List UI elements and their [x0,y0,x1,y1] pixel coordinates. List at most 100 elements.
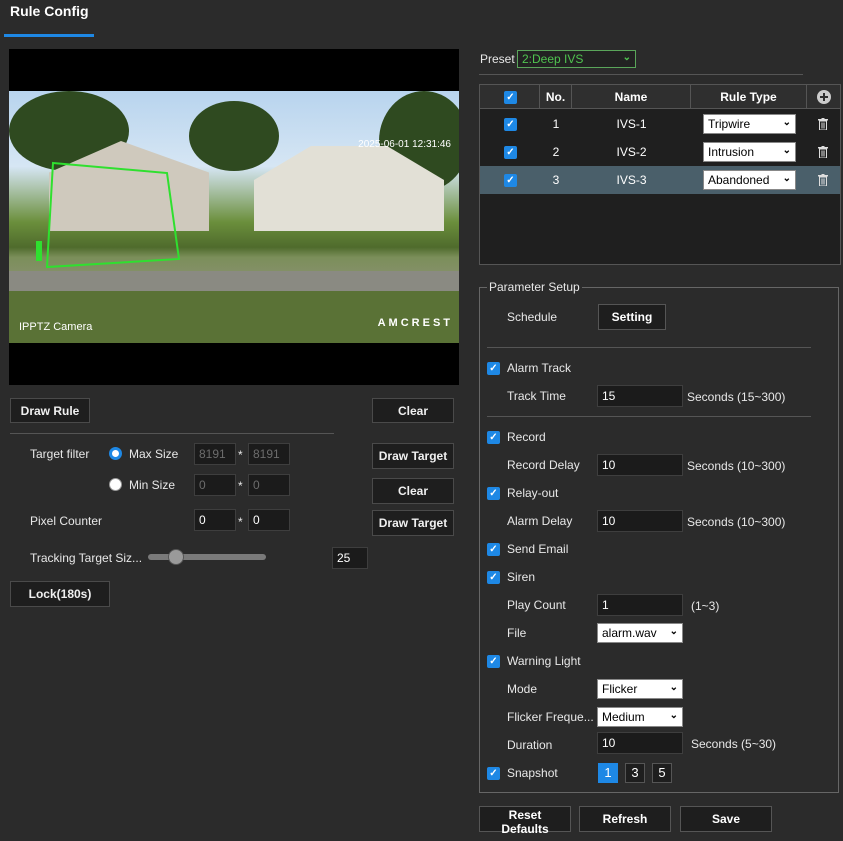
table-row[interactable]: ✓ 3 IVS-3 Abandoned ⌄ [480,166,840,194]
row-name: IVS-3 [616,173,647,187]
warning-light-checkbox[interactable]: ✓ [487,655,500,668]
table-row[interactable]: ✓ 1 IVS-1 Tripwire ⌄ [480,110,840,138]
snapshot-checkbox[interactable]: ✓ [487,767,500,780]
osd-timestamp: 2025-06-01 12:31:46 [358,139,451,150]
osd-camera-name: IPPTZ Camera [19,321,93,333]
rule-type-value: Abandoned [708,173,770,187]
pixel-height-input[interactable]: 0 [248,509,290,531]
alarm-delay-label: Alarm Delay [507,514,573,528]
send-email-label: Send Email [507,542,569,556]
flicker-frequency-value: Medium [602,710,645,724]
clear-rule-button[interactable]: Clear [372,398,454,423]
play-count-label: Play Count [507,598,566,612]
trash-icon[interactable] [818,118,828,130]
camera-scene: 2025-06-01 12:31:46 IPPTZ Camera AMCREST [9,91,459,343]
trash-icon[interactable] [818,146,828,158]
schedule-setting-button[interactable]: Setting [598,304,666,330]
row-name: IVS-1 [616,117,647,131]
divider [487,416,811,417]
max-size-radio[interactable] [109,447,122,460]
preset-select[interactable]: 2:Deep IVS ⌄ [517,50,636,68]
tab-underline [4,34,94,37]
play-count-unit: (1~3) [691,599,720,613]
record-checkbox[interactable]: ✓ [487,431,500,444]
times-sign: * [238,515,243,529]
rule-type-select[interactable]: Tripwire ⌄ [703,114,796,134]
min-size-radio[interactable] [109,478,122,491]
row-no: 2 [552,145,560,159]
record-delay-input[interactable]: 10 [597,454,683,476]
alarm-track-checkbox[interactable]: ✓ [487,362,500,375]
file-label: File [507,626,527,640]
snapshot-count-option[interactable]: 5 [652,763,672,783]
chevron-down-icon: ⌄ [782,173,791,184]
add-rule-header [807,85,840,109]
reset-defaults-button[interactable]: Reset Defaults [479,806,571,836]
refresh-button[interactable]: Refresh [579,806,671,832]
lock-button[interactable]: Lock(180s) [10,581,110,607]
max-height-input[interactable]: 8191 [248,443,290,465]
chevron-down-icon: ⌄ [669,710,678,721]
duration-input[interactable]: 10 [597,732,683,754]
trash-icon[interactable] [818,174,828,186]
file-select[interactable]: alarm.wav ⌄ [597,623,683,643]
row-checkbox[interactable]: ✓ [504,174,517,187]
play-count-input[interactable]: 1 [597,594,683,616]
max-size-label: Max Size [129,447,179,461]
save-button[interactable]: Save [680,806,772,832]
max-width-input[interactable]: 8191 [194,443,236,465]
rule-region[interactable] [9,91,459,343]
draw-target-pixel-button[interactable]: Draw Target [372,510,454,536]
snapshot-count-option[interactable]: 3 [625,763,645,783]
record-delay-unit: Seconds (10~300) [687,459,786,473]
siren-checkbox[interactable]: ✓ [487,571,500,584]
pixel-counter-label: Pixel Counter [30,514,103,528]
page-title[interactable]: Rule Config [10,3,89,19]
rule-type-value: Tripwire [708,117,751,131]
alarm-delay-input[interactable]: 10 [597,510,683,532]
alarm-delay-unit: Seconds (10~300) [687,515,786,529]
min-size-label: Min Size [129,478,176,492]
row-checkbox[interactable]: ✓ [504,118,517,131]
track-time-input[interactable]: 15 [597,385,683,407]
track-time-label: Track Time [507,389,566,403]
header-no: No. [540,85,572,109]
pixel-width-input[interactable]: 0 [194,509,236,531]
tracking-value-input[interactable]: 25 [332,547,368,569]
relay-out-label: Relay-out [507,486,559,500]
row-no: 3 [552,173,560,187]
snapshot-count-option[interactable]: 1 [598,763,618,783]
row-checkbox[interactable]: ✓ [504,146,517,159]
times-sign: * [238,479,243,493]
mode-label: Mode [507,682,538,696]
chevron-down-icon: ⌄ [622,52,631,63]
min-height-input[interactable]: 0 [248,474,290,496]
parameter-setup-legend: Parameter Setup [487,280,582,294]
flicker-frequency-select[interactable]: Medium ⌄ [597,707,683,727]
table-row[interactable]: ✓ 2 IVS-2 Intrusion ⌄ [480,138,840,166]
file-value: alarm.wav [602,626,657,640]
track-time-unit: Seconds (15~300) [687,390,786,404]
min-width-input[interactable]: 0 [194,474,236,496]
draw-rule-button[interactable]: Draw Rule [10,398,90,423]
clear-target-button[interactable]: Clear [372,478,454,504]
mode-select[interactable]: Flicker ⌄ [597,679,683,699]
select-all-checkbox[interactable]: ✓ [504,91,517,104]
rule-type-select[interactable]: Intrusion ⌄ [703,142,796,162]
duration-label: Duration [507,738,553,752]
divider [10,433,334,434]
tracking-slider-knob[interactable] [168,549,185,565]
draw-target-button[interactable]: Draw Target [372,443,454,469]
relay-out-checkbox[interactable]: ✓ [487,487,500,500]
rule-type-select[interactable]: Abandoned ⌄ [703,170,796,190]
send-email-checkbox[interactable]: ✓ [487,543,500,556]
flicker-frequency-label: Flicker Freque... [507,710,594,724]
divider [487,347,811,348]
tracking-target-size-label: Tracking Target Siz... [30,551,143,565]
add-circle-icon[interactable] [816,90,831,104]
target-filter-label: Target filter [30,447,90,461]
video-preview[interactable]: 2025-06-01 12:31:46 IPPTZ Camera AMCREST [9,49,459,385]
rule-table: ✓ No. Name Rule Type ✓ 1 IVS-1 Tripwire ⌄… [479,84,841,265]
siren-label: Siren [507,570,536,584]
tracking-slider[interactable] [148,554,266,560]
